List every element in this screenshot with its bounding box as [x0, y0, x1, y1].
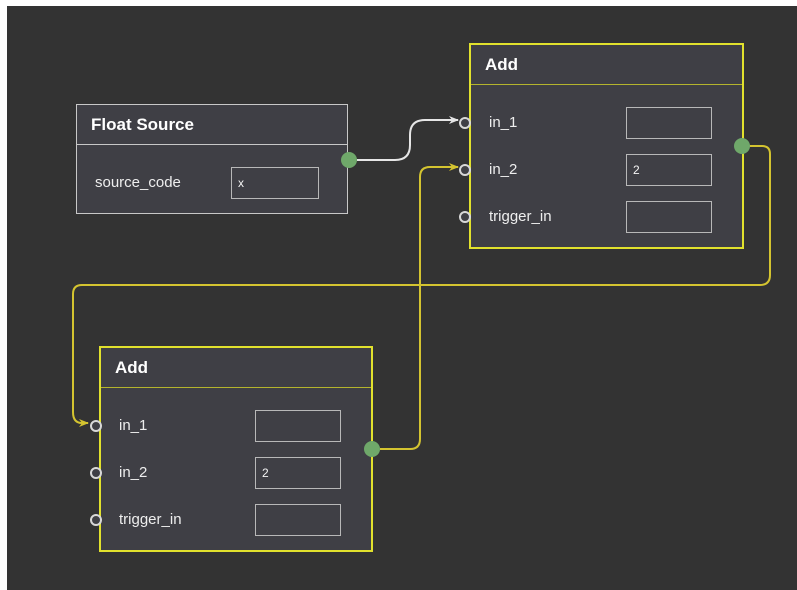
in-1-label: in_1 — [119, 417, 148, 434]
add-bottom-output-port[interactable] — [364, 441, 380, 457]
trigger-in-input-port[interactable] — [459, 211, 471, 223]
node-title: Add — [101, 348, 371, 388]
node-title: Float Source — [77, 105, 347, 145]
trigger-in-field[interactable] — [255, 504, 341, 536]
trigger-in-field[interactable] — [626, 201, 712, 233]
param-label-source-code: source_code — [95, 174, 181, 191]
in-1-input-port[interactable] — [90, 420, 102, 432]
float-source-output-port[interactable] — [341, 152, 357, 168]
in-2-field[interactable]: 2 — [255, 457, 341, 489]
trigger-in-input-port[interactable] — [90, 514, 102, 526]
in-1-field[interactable] — [255, 410, 341, 442]
source-code-input[interactable]: x — [231, 167, 319, 199]
in-2-label: in_2 — [119, 464, 148, 481]
add-top-output-port[interactable] — [734, 138, 750, 154]
in-1-field[interactable] — [626, 107, 712, 139]
trigger-in-label: trigger_in — [489, 208, 552, 225]
in-2-input-port[interactable] — [459, 164, 471, 176]
in-1-label: in_1 — [489, 114, 518, 131]
add-node-bottom[interactable]: Add in_1 in_2 2 trigger_in — [90, 346, 373, 552]
in-2-field[interactable]: 2 — [626, 154, 712, 186]
in-1-input-port[interactable] — [459, 117, 471, 129]
add-node-top[interactable]: Add in_1 in_2 2 trigger_in — [459, 43, 744, 249]
node-title: Add — [471, 45, 742, 85]
trigger-in-label: trigger_in — [119, 511, 182, 528]
in-2-label: in_2 — [489, 161, 518, 178]
in-2-input-port[interactable] — [90, 467, 102, 479]
float-source-node[interactable]: Float Source source_code x — [76, 104, 348, 214]
